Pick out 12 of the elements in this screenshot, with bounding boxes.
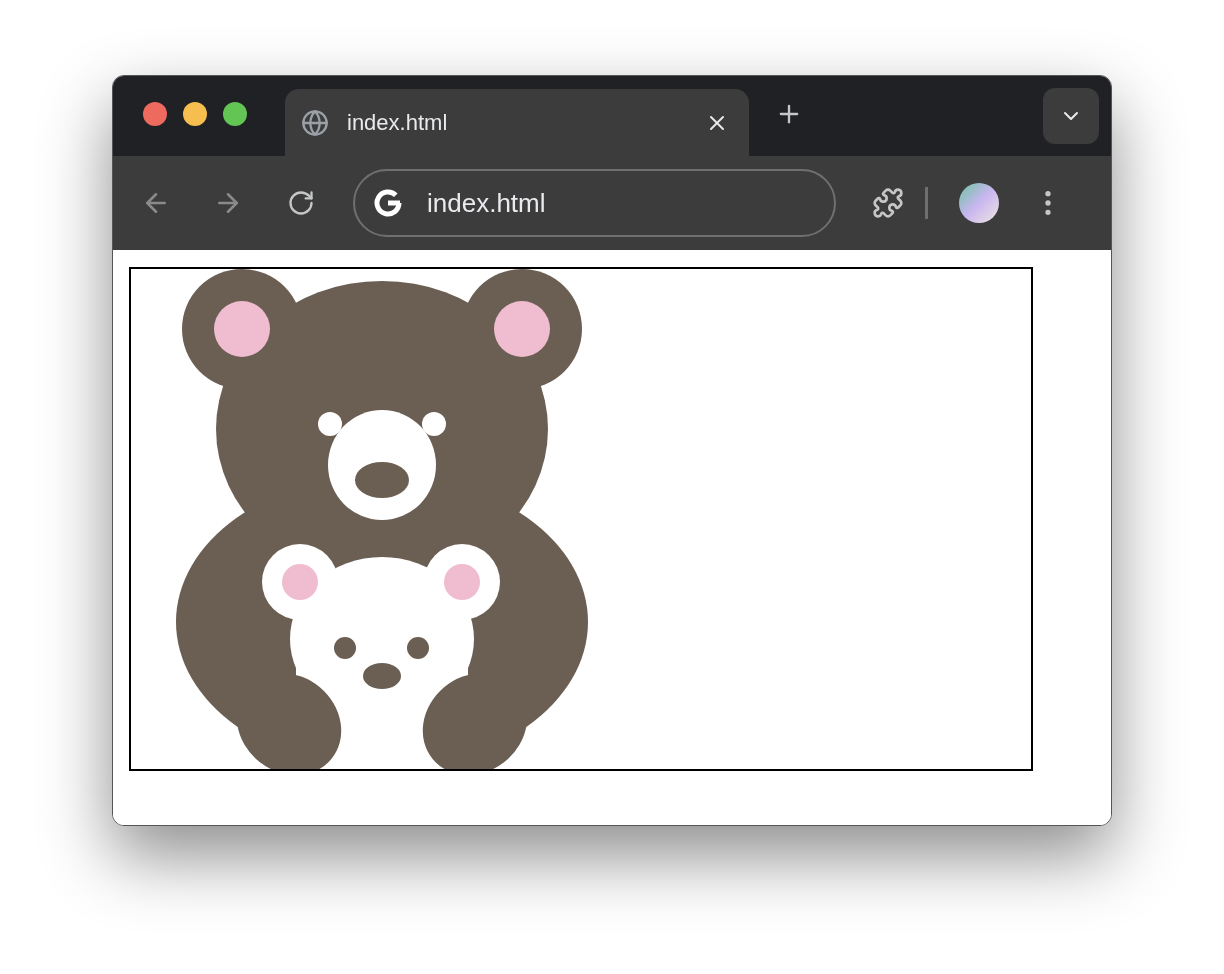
profile-avatar[interactable] xyxy=(959,183,999,223)
browser-tab[interactable]: index.html xyxy=(285,89,749,156)
extensions-icon[interactable] xyxy=(872,187,904,219)
maximize-window-control[interactable] xyxy=(223,102,247,126)
tab-title: index.html xyxy=(347,109,449,137)
google-logo-icon xyxy=(373,188,403,218)
globe-icon xyxy=(301,108,329,137)
minimize-window-control[interactable] xyxy=(183,102,207,126)
url-text: index.html xyxy=(427,186,546,220)
close-window-control[interactable] xyxy=(143,102,167,126)
address-bar[interactable]: index.html xyxy=(353,169,836,237)
reload-icon[interactable] xyxy=(287,189,315,217)
